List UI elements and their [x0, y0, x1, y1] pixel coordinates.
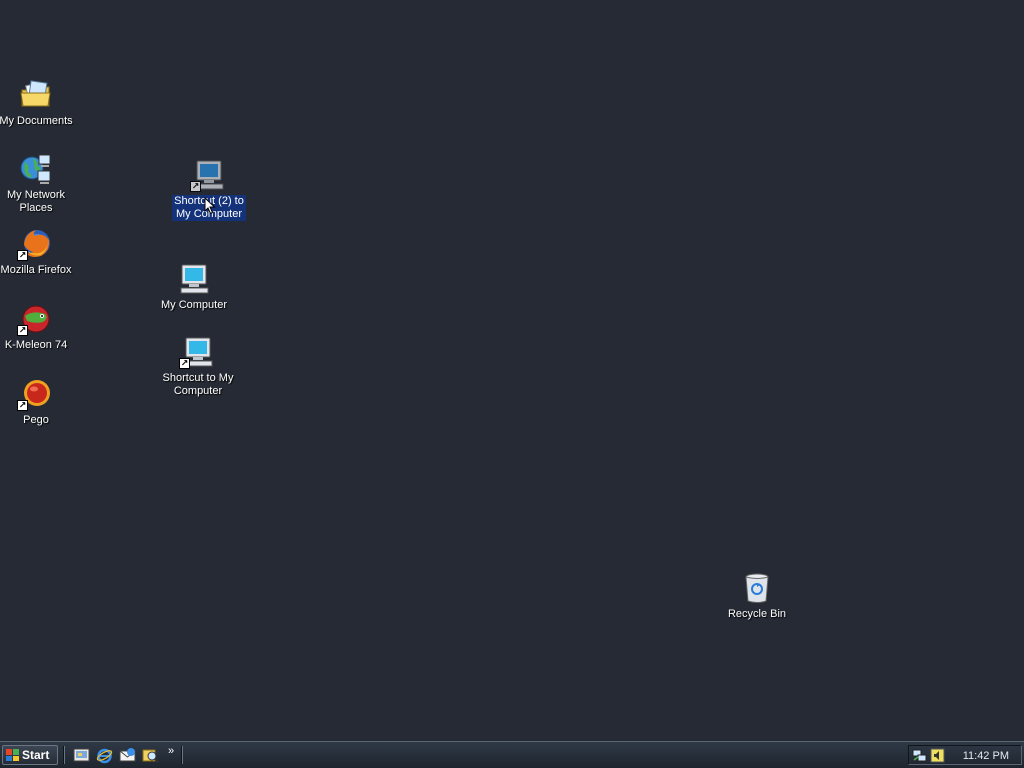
my-documents-icon: [19, 78, 53, 112]
system-tray: 11:42 PM: [908, 745, 1022, 765]
mouse-cursor-icon: [204, 197, 216, 215]
icon-label: My Documents: [0, 115, 73, 127]
desktop-icon-my-network-places[interactable]: My Network Places: [0, 152, 81, 215]
computer-shortcut-icon: ↗: [190, 158, 226, 192]
pego-icon: ↗: [17, 377, 53, 411]
quick-launch-overflow-button[interactable]: »: [168, 745, 174, 757]
taskbar-separator: [63, 746, 65, 764]
my-computer-icon: [177, 262, 211, 296]
desktop-icon-shortcut-to-my-computer[interactable]: ↗ Shortcut to My Computer: [153, 335, 243, 398]
icon-label: Shortcut to My Computer: [162, 372, 234, 397]
desktop[interactable]: My Documents My Network Places ↗ Mozilla…: [0, 0, 1024, 741]
icon-label: My Network Places: [6, 189, 66, 214]
desktop-icon-pego[interactable]: ↗ Pego: [0, 377, 81, 427]
desktop-icon-my-computer[interactable]: My Computer: [149, 262, 239, 312]
desktop-icon-my-documents[interactable]: My Documents: [0, 78, 81, 128]
start-button[interactable]: Start: [2, 745, 58, 765]
volume-icon[interactable]: [930, 748, 945, 763]
clock[interactable]: 11:42 PM: [963, 750, 1009, 762]
icon-label: Mozilla Firefox: [0, 264, 72, 276]
recycle-bin-icon: [740, 571, 774, 605]
k-meleon-icon: ↗: [17, 302, 53, 336]
taskbar: Start » 11:42 PM: [0, 741, 1024, 768]
internet-explorer-icon[interactable]: [96, 747, 113, 764]
computer-shortcut-icon: ↗: [179, 335, 215, 369]
firefox-icon: ↗: [17, 227, 53, 261]
desktop-icon-recycle-bin[interactable]: Recycle Bin: [712, 571, 802, 621]
icon-label: K-Meleon 74: [4, 339, 68, 351]
search-icon[interactable]: [142, 747, 159, 764]
network-icon[interactable]: [912, 748, 927, 763]
show-desktop-icon[interactable]: [73, 747, 90, 764]
shortcut-arrow-icon: ↗: [179, 358, 190, 369]
windows-logo-icon: [6, 749, 19, 761]
icon-label: Pego: [23, 414, 49, 426]
shortcut-arrow-icon: ↗: [190, 181, 201, 192]
shortcut-arrow-icon: ↗: [17, 250, 28, 261]
desktop-icon-k-meleon[interactable]: ↗ K-Meleon 74: [0, 302, 81, 352]
shortcut-arrow-icon: ↗: [17, 325, 28, 336]
start-label: Start: [22, 748, 50, 762]
shortcut-arrow-icon: ↗: [17, 400, 28, 411]
taskbar-separator: [181, 746, 183, 764]
icon-label: My Computer: [160, 299, 228, 311]
icon-label: Recycle Bin: [727, 608, 787, 620]
outlook-express-icon[interactable]: [119, 747, 136, 764]
desktop-icon-mozilla-firefox[interactable]: ↗ Mozilla Firefox: [0, 227, 81, 277]
network-places-icon: [19, 152, 53, 186]
